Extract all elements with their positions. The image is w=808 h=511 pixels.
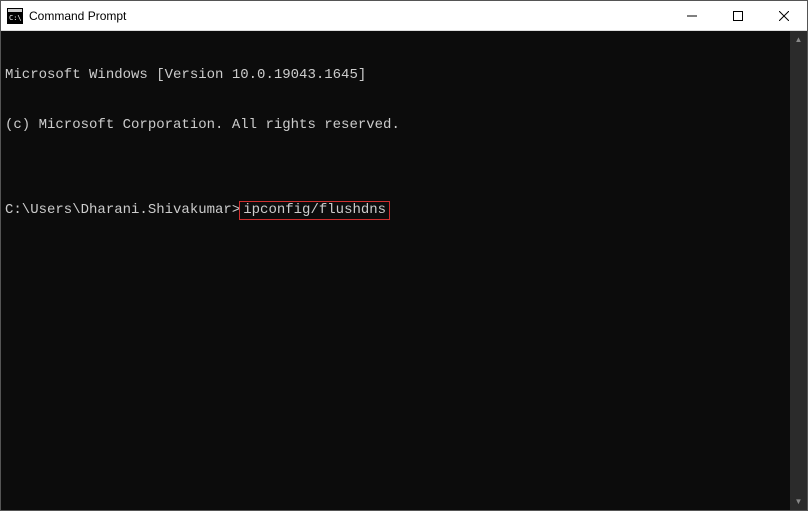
prompt-path: C:\Users\Dharani.Shivakumar> (5, 202, 240, 219)
window-title: Command Prompt (29, 9, 126, 23)
vertical-scrollbar[interactable]: ▲ ▼ (790, 31, 807, 510)
maximize-button[interactable] (715, 1, 761, 31)
copyright-line: (c) Microsoft Corporation. All rights re… (5, 117, 786, 134)
minimize-button[interactable] (669, 1, 715, 31)
content-area: Microsoft Windows [Version 10.0.19043.16… (1, 31, 807, 510)
titlebar[interactable]: C:\ Command Prompt (1, 1, 807, 31)
typed-command: ipconfig/flushdns (243, 202, 386, 218)
window-controls (669, 1, 807, 31)
svg-text:C:\: C:\ (9, 14, 22, 22)
version-line: Microsoft Windows [Version 10.0.19043.16… (5, 67, 786, 84)
command-highlight: ipconfig/flushdns (239, 201, 390, 220)
prompt-line: C:\Users\Dharani.Shivakumar>ipconfig/flu… (5, 201, 786, 220)
scroll-track[interactable] (790, 48, 807, 493)
close-button[interactable] (761, 1, 807, 31)
command-prompt-window: C:\ Command Prompt Microsoft Windows [Ve… (0, 0, 808, 511)
scroll-down-button[interactable]: ▼ (790, 493, 807, 510)
terminal-output[interactable]: Microsoft Windows [Version 10.0.19043.16… (1, 31, 790, 510)
scroll-up-button[interactable]: ▲ (790, 31, 807, 48)
cmd-icon: C:\ (7, 8, 23, 24)
